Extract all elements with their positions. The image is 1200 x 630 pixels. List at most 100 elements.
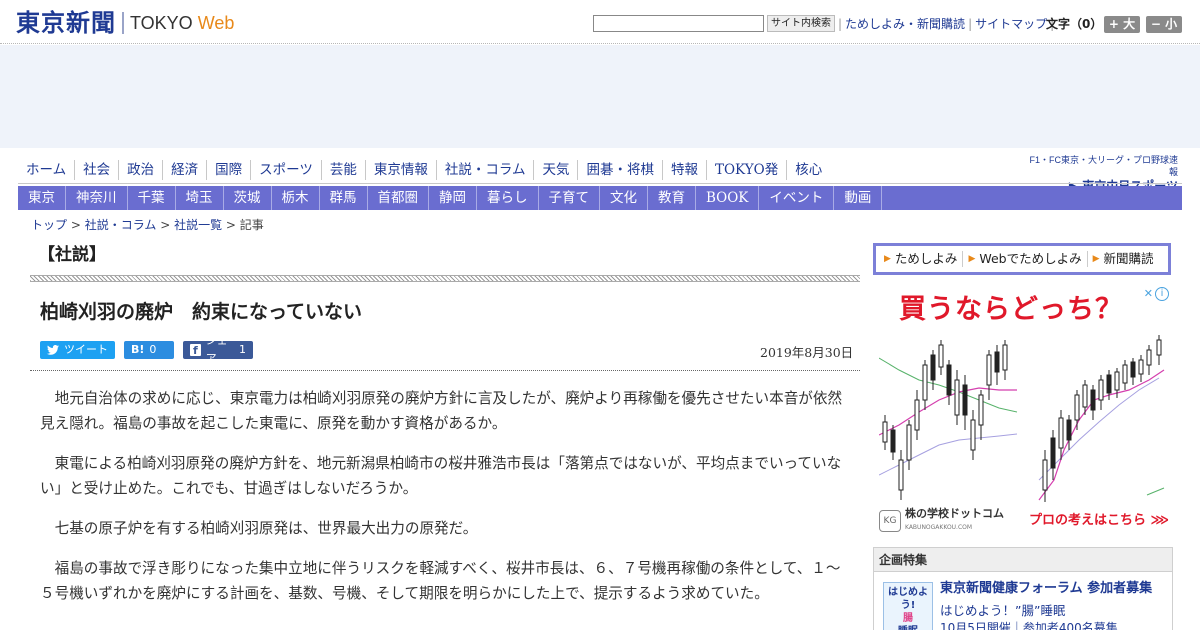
article-date: 2019年8月30日 — [760, 345, 854, 360]
logo-divider — [122, 12, 124, 34]
nav-item-go-shogi[interactable]: 囲碁・将棋 — [578, 160, 663, 180]
nav-item-society[interactable]: 社会 — [75, 160, 120, 180]
subscribe-label: 新聞購読 — [1103, 251, 1154, 266]
top-ad-banner[interactable] — [0, 45, 1200, 148]
facebook-icon: f — [190, 344, 201, 357]
breadcrumb-editorial[interactable]: 社説・コラム — [85, 218, 157, 232]
tweet-label: ツイート — [64, 343, 108, 356]
section-divider — [30, 275, 860, 282]
subscribe-link[interactable]: ▶ 新聞購読 — [1088, 251, 1159, 267]
article-paragraph: 七基の原子炉を有する柏崎刈羽原発は、世界最大出力の原発だ。 — [54, 520, 478, 537]
search-button[interactable]: サイト内検索 — [767, 15, 835, 32]
nav-item-tokyo-info[interactable]: 東京情報 — [366, 160, 437, 180]
nav-item-tokyo-hatsu[interactable]: TOKYO発 — [707, 160, 788, 180]
nav2-item-shizuoka[interactable]: 静岡 — [429, 186, 477, 210]
nav2-item-video[interactable]: 動画 — [834, 186, 883, 210]
nav2-item-event[interactable]: イベント — [759, 186, 835, 210]
candlestick-chart-illustration — [879, 335, 1165, 502]
site-logo[interactable]: 東京新聞 TOKYO Web — [16, 9, 234, 37]
nav-item-entertainment[interactable]: 芸能 — [322, 160, 366, 180]
nav2-item-tokyo[interactable]: 東京 — [18, 186, 66, 210]
article-paragraph: 福島の事故で浮き彫りになった集中立地に伴うリスクを軽減すべく、桜井市長は、６、７… — [40, 560, 841, 602]
facebook-share-label: シェア — [205, 334, 228, 365]
article-paragraph: 地元自治体の求めに応じ、東京電力は柏崎刈羽原発の廃炉方針に言及したが、廃炉より再… — [40, 390, 843, 432]
feature-thumbnail[interactable]: はじめよう! 腸 睡眠 — [883, 582, 933, 630]
ad-footer: KG 株の学校ドットコム KABUNOGAKKOU.COM プロの考えはこちら … — [879, 507, 1169, 535]
nav2-item-gunma[interactable]: 群馬 — [320, 186, 368, 210]
nav2-item-ibaraki[interactable]: 茨城 — [224, 186, 272, 210]
breadcrumb-separator: > — [160, 218, 175, 232]
web-trial-read-label: Webでためしよみ — [979, 251, 1082, 266]
logo-tokyo-shimbun: 東京新聞 — [16, 8, 116, 37]
breadcrumb: トップ > 社説・コラム > 社説一覧 > 記事 — [31, 217, 264, 233]
nav-item-home[interactable]: ホーム — [18, 160, 76, 180]
trial-read-label: ためしよみ — [894, 251, 958, 266]
kabu-school-logo: KG — [879, 510, 901, 532]
nav2-item-book[interactable]: BOOK — [696, 186, 760, 210]
arrow-right-icon: ▶ — [1092, 254, 1100, 264]
hatena-bookmark-button[interactable]: B! 0 — [124, 341, 174, 359]
feature-box: 企画特集 はじめよう! 腸 睡眠 東京新聞健康フォーラム 参加者募集 はじめよう… — [873, 547, 1173, 630]
nav-item-core[interactable]: 核心 — [787, 160, 830, 180]
nav-item-economy[interactable]: 経済 — [163, 160, 208, 180]
nav2-item-parenting[interactable]: 子育て — [539, 186, 600, 210]
subscription-links: ▶ ためしよみ ▶ Webでためしよみ ▶ 新聞購読 — [873, 243, 1171, 275]
ad-close-icon[interactable]: ✕ — [1144, 287, 1153, 301]
nav-item-weather[interactable]: 天気 — [534, 160, 579, 180]
ad-advertiser-name: 株の学校ドットコム — [905, 507, 1004, 520]
hatena-count: 0 — [149, 343, 157, 356]
nav-item-politics[interactable]: 政治 — [119, 160, 164, 180]
site-search: サイト内検索 — [593, 15, 835, 32]
thumb-line: 睡眠 — [884, 625, 932, 630]
top-links: | ためしよみ・新聞購読 | サイトマップ | — [835, 16, 1057, 32]
nav2-item-tochigi[interactable]: 栃木 — [272, 186, 320, 210]
ad-advertiser: 株の学校ドットコム KABUNOGAKKOU.COM — [905, 507, 1004, 535]
breadcrumb-separator: > — [70, 218, 85, 232]
ad-cta-link[interactable]: プロの考えはこちら ⋙ — [1029, 513, 1169, 529]
tweet-button[interactable]: ツイート — [40, 341, 115, 359]
secondary-nav: 東京 神奈川 千葉 埼玉 茨城 栃木 群馬 首都圏 静岡 暮らし 子育て 文化 … — [18, 186, 1182, 210]
trial-subscribe-link[interactable]: ためしよみ・新聞購読 — [845, 16, 965, 32]
article-divider — [30, 370, 860, 371]
nav-item-international[interactable]: 国際 — [207, 160, 252, 180]
nav2-item-saitama[interactable]: 埼玉 — [176, 186, 224, 210]
arrow-right-icon: ▶ — [968, 254, 976, 264]
hatena-icon: B! — [131, 343, 145, 356]
feature-title-link[interactable]: 東京新聞健康フォーラム 参加者募集 — [940, 580, 1152, 598]
font-smaller-button[interactable]: − 小 — [1146, 16, 1182, 33]
nav2-item-kanagawa[interactable]: 神奈川 — [66, 186, 128, 210]
nav-item-editorial[interactable]: 社説・コラム — [437, 160, 535, 180]
font-larger-button[interactable]: + 大 — [1104, 16, 1140, 33]
sidebar-ad[interactable]: 買うならどっち？ ✕ i KG 株の学校ドットコム KABUNOGAKKOU.C… — [873, 285, 1173, 535]
nav2-item-living[interactable]: 暮らし — [477, 186, 539, 210]
logo-tokyo-text: TOKYO — [130, 13, 193, 33]
feature-header: 企画特集 — [874, 548, 1172, 572]
feature-detail: 10月5日開催｜参加者400名募集 — [940, 621, 1118, 630]
facebook-share-button[interactable]: f シェア 1 — [183, 334, 253, 365]
breadcrumb-editorial-list[interactable]: 社説一覧 — [174, 218, 222, 232]
nav-divider — [18, 183, 1182, 184]
breadcrumb-separator: > — [225, 218, 240, 232]
arrow-right-icon: ▶ — [884, 254, 891, 264]
section-title: 【社説】 — [38, 245, 106, 265]
web-trial-read-link[interactable]: ▶ Webでためしよみ — [963, 251, 1088, 267]
trial-read-link[interactable]: ▶ ためしよみ — [879, 251, 964, 267]
thumb-line: 腸 — [903, 613, 913, 624]
link-divider: | — [838, 17, 843, 31]
site-header: 東京新聞 TOKYO Web サイト内検索 | ためしよみ・新聞購読 | サイト… — [0, 0, 1200, 44]
nav2-item-education[interactable]: 教育 — [648, 186, 696, 210]
primary-nav: ホーム 社会 政治 経済 国際 スポーツ 芸能 東京情報 社説・コラム 天気 囲… — [18, 160, 1018, 180]
breadcrumb-top[interactable]: トップ — [31, 218, 67, 232]
ad-headline: 買うならどっち？ — [899, 294, 1123, 325]
search-input[interactable] — [593, 15, 764, 32]
sitemap-link[interactable]: サイトマップ — [975, 16, 1047, 32]
link-divider: | — [968, 17, 973, 31]
thumb-line: はじめよう! — [888, 587, 928, 611]
nav2-item-shutoken[interactable]: 首都圏 — [368, 186, 429, 210]
ad-advertiser-url: KABUNOGAKKOU.COM — [905, 524, 973, 531]
ad-info-icon[interactable]: i — [1155, 287, 1169, 301]
nav-item-sports[interactable]: スポーツ — [251, 160, 322, 180]
nav2-item-chiba[interactable]: 千葉 — [128, 186, 176, 210]
nav-item-special-report[interactable]: 特報 — [663, 160, 707, 180]
nav2-item-culture[interactable]: 文化 — [600, 186, 648, 210]
